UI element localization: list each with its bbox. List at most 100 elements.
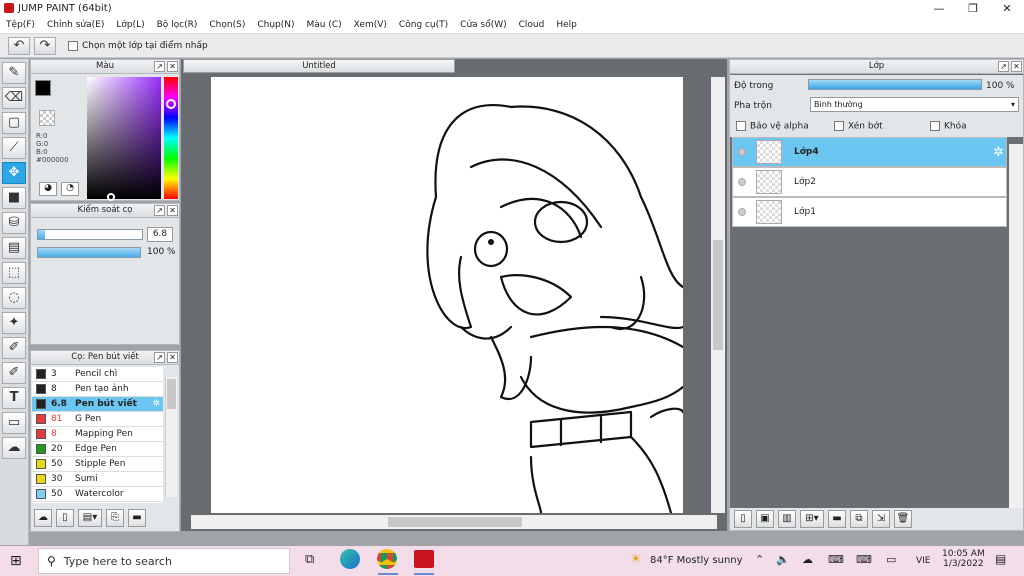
hue-slider[interactable] <box>164 77 178 199</box>
new-folder-icon[interactable]: ▬ <box>828 510 846 528</box>
brush-size-value[interactable]: 6.8 <box>147 227 173 242</box>
panel-close-icon[interactable]: ✕ <box>167 61 178 72</box>
select-layer-checkbox[interactable] <box>68 40 78 51</box>
protect-alpha-checkbox[interactable] <box>736 121 746 131</box>
pen-menu-icon[interactable]: ▤▾ <box>78 509 102 527</box>
menu-color[interactable]: Màu (C) <box>307 20 342 30</box>
layer-visibility-icon[interactable] <box>738 148 746 156</box>
layer-settings-icon[interactable]: ✲ <box>993 145 1004 160</box>
pen-settings-icon[interactable]: ✲ <box>152 399 160 409</box>
jump-paint-app-icon[interactable] <box>414 550 434 568</box>
rectangle-tool-icon[interactable]: ▢ <box>2 112 26 134</box>
layer-row[interactable]: Lớp2 <box>732 167 1007 197</box>
fill-rect-tool-icon[interactable]: ■ <box>2 187 26 209</box>
menu-capture[interactable]: Chụp(N) <box>257 20 294 30</box>
taskbar-search[interactable]: ⚲ Type here to search <box>38 548 290 574</box>
pen-list-item[interactable]: 8 Pen tạo ảnh <box>32 382 163 397</box>
cloud-sync-icon[interactable]: ☁ <box>802 553 813 566</box>
layer-visibility-icon[interactable] <box>738 208 746 216</box>
volume-icon[interactable]: 🔈 <box>776 553 790 566</box>
brush-tool-icon[interactable]: ✎ <box>2 62 26 84</box>
saturation-value-picker[interactable] <box>87 77 161 201</box>
duplicate-layer-icon[interactable]: ⧉ <box>850 510 868 528</box>
tray-chevron-up-icon[interactable]: ⌃ <box>755 553 764 566</box>
pen-list-item[interactable]: 3 Pencil chì <box>32 367 163 382</box>
magic-wand-tool-icon[interactable]: ✦ <box>2 312 26 334</box>
new-layer-icon[interactable]: ▯ <box>734 510 752 528</box>
pen-list-scroll-thumb[interactable] <box>167 379 176 409</box>
cloud-tool-icon[interactable]: ☁ <box>2 437 26 459</box>
menu-select[interactable]: Chọn(S) <box>209 20 245 30</box>
pen-list-item[interactable]: 50 Watercolor <box>32 487 163 502</box>
input-language[interactable]: VIE <box>916 556 931 566</box>
windows-start-icon[interactable]: ⊞ <box>10 553 22 569</box>
panel-float-icon[interactable]: ↗ <box>154 205 165 216</box>
palette-edit-icon[interactable]: ◔ <box>61 182 79 196</box>
pen-list-item[interactable]: 20 Edge Pen <box>32 442 163 457</box>
rect-select-tool-icon[interactable]: ⬚ <box>2 262 26 284</box>
eraser-tool-icon[interactable]: ⌫ <box>2 87 26 109</box>
panel-close-icon[interactable]: ✕ <box>167 352 178 363</box>
canvas-vertical-scroll-thumb[interactable] <box>713 240 723 350</box>
new-pen-icon[interactable]: ▯ <box>56 509 74 527</box>
pen-list-item[interactable]: 8 Mapping Pen <box>32 427 163 442</box>
menu-filter[interactable]: Bộ lọc(R) <box>157 20 198 30</box>
chrome-browser-icon[interactable] <box>377 549 397 569</box>
new-raster-layer-icon[interactable]: ▣ <box>756 510 774 528</box>
brush-size-slider[interactable] <box>37 229 143 240</box>
layer-list-scrollbar[interactable] <box>1009 144 1023 510</box>
pen-copy-icon[interactable]: ⎘ <box>106 509 124 527</box>
menu-edit[interactable]: Chỉnh sửa(E) <box>47 20 104 30</box>
network-icon[interactable]: ▭ <box>886 553 896 566</box>
new-halftone-layer-icon[interactable]: ▥ <box>778 510 796 528</box>
panel-close-icon[interactable]: ✕ <box>1011 61 1022 72</box>
panel-float-icon[interactable]: ↗ <box>998 61 1009 72</box>
panel-close-icon[interactable]: ✕ <box>167 205 178 216</box>
menu-cloud[interactable]: Cloud <box>519 20 545 30</box>
canvas-horizontal-scroll-thumb[interactable] <box>388 517 522 527</box>
hue-slider-handle[interactable] <box>166 99 176 109</box>
weather-sun-icon[interactable]: ☀ <box>630 552 642 567</box>
menu-view[interactable]: Xem(V) <box>354 20 387 30</box>
pen-folder-icon[interactable]: ▬ <box>128 509 146 527</box>
pen-list-item[interactable]: 50 Stipple Pen <box>32 457 163 472</box>
blend-mode-select[interactable]: Bình thường ▾ <box>810 97 1019 112</box>
brush-opacity-slider[interactable] <box>37 247 141 258</box>
undo-button[interactable]: ↶ <box>8 36 30 55</box>
drawing-canvas[interactable] <box>211 77 683 513</box>
panel-float-icon[interactable]: ↗ <box>154 61 165 72</box>
delete-layer-icon[interactable]: 🗑 <box>894 510 912 528</box>
palette-icon[interactable]: ◕ <box>39 182 57 196</box>
text-tool-icon[interactable]: T <box>2 387 26 409</box>
new-layer-menu-icon[interactable]: ⊞▾ <box>800 510 824 528</box>
pen-list-item[interactable]: 30 Sumi <box>32 472 163 487</box>
pen-cloud-icon[interactable]: ☁ <box>34 509 52 527</box>
lasso-tool-icon[interactable]: ◌ <box>2 287 26 309</box>
transparent-swatch[interactable] <box>39 110 55 126</box>
close-button[interactable]: ✕ <box>990 2 1024 15</box>
pen-list-scrollbar[interactable] <box>165 377 177 497</box>
gradient-tool-icon[interactable]: ▤ <box>2 237 26 259</box>
maximize-button[interactable]: ❐ <box>956 2 990 15</box>
layer-row[interactable]: Lớp1 <box>732 197 1007 227</box>
redo-button[interactable]: ↷ <box>34 36 56 55</box>
task-view-icon[interactable]: ⧉ <box>305 552 314 567</box>
clipping-checkbox[interactable] <box>834 121 844 131</box>
move-tool-icon[interactable]: ✥ <box>2 162 26 184</box>
panel-float-icon[interactable]: ↗ <box>154 352 165 363</box>
menu-file[interactable]: Tệp(F) <box>6 20 35 30</box>
weather-text[interactable]: 84°F Mostly sunny <box>650 555 743 566</box>
menu-window[interactable]: Cửa sổ(W) <box>460 20 506 30</box>
minimize-button[interactable]: — <box>922 2 956 15</box>
foreground-color-swatch[interactable] <box>35 80 51 96</box>
layer-opacity-slider[interactable] <box>808 79 982 90</box>
edge-browser-icon[interactable] <box>340 549 360 569</box>
menu-layer[interactable]: Lớp(L) <box>116 20 144 30</box>
lock-checkbox[interactable] <box>930 121 940 131</box>
pen-list-item[interactable]: 6.8 Pen bút viết ✲ <box>32 397 163 412</box>
tab-untitled[interactable]: Untitled <box>183 59 455 73</box>
menu-help[interactable]: Help <box>556 20 577 30</box>
menu-tools[interactable]: Công cụ(T) <box>399 20 448 30</box>
keyboard-icon[interactable]: ⌨ <box>856 553 872 566</box>
merge-layer-icon[interactable]: ⇲ <box>872 510 890 528</box>
